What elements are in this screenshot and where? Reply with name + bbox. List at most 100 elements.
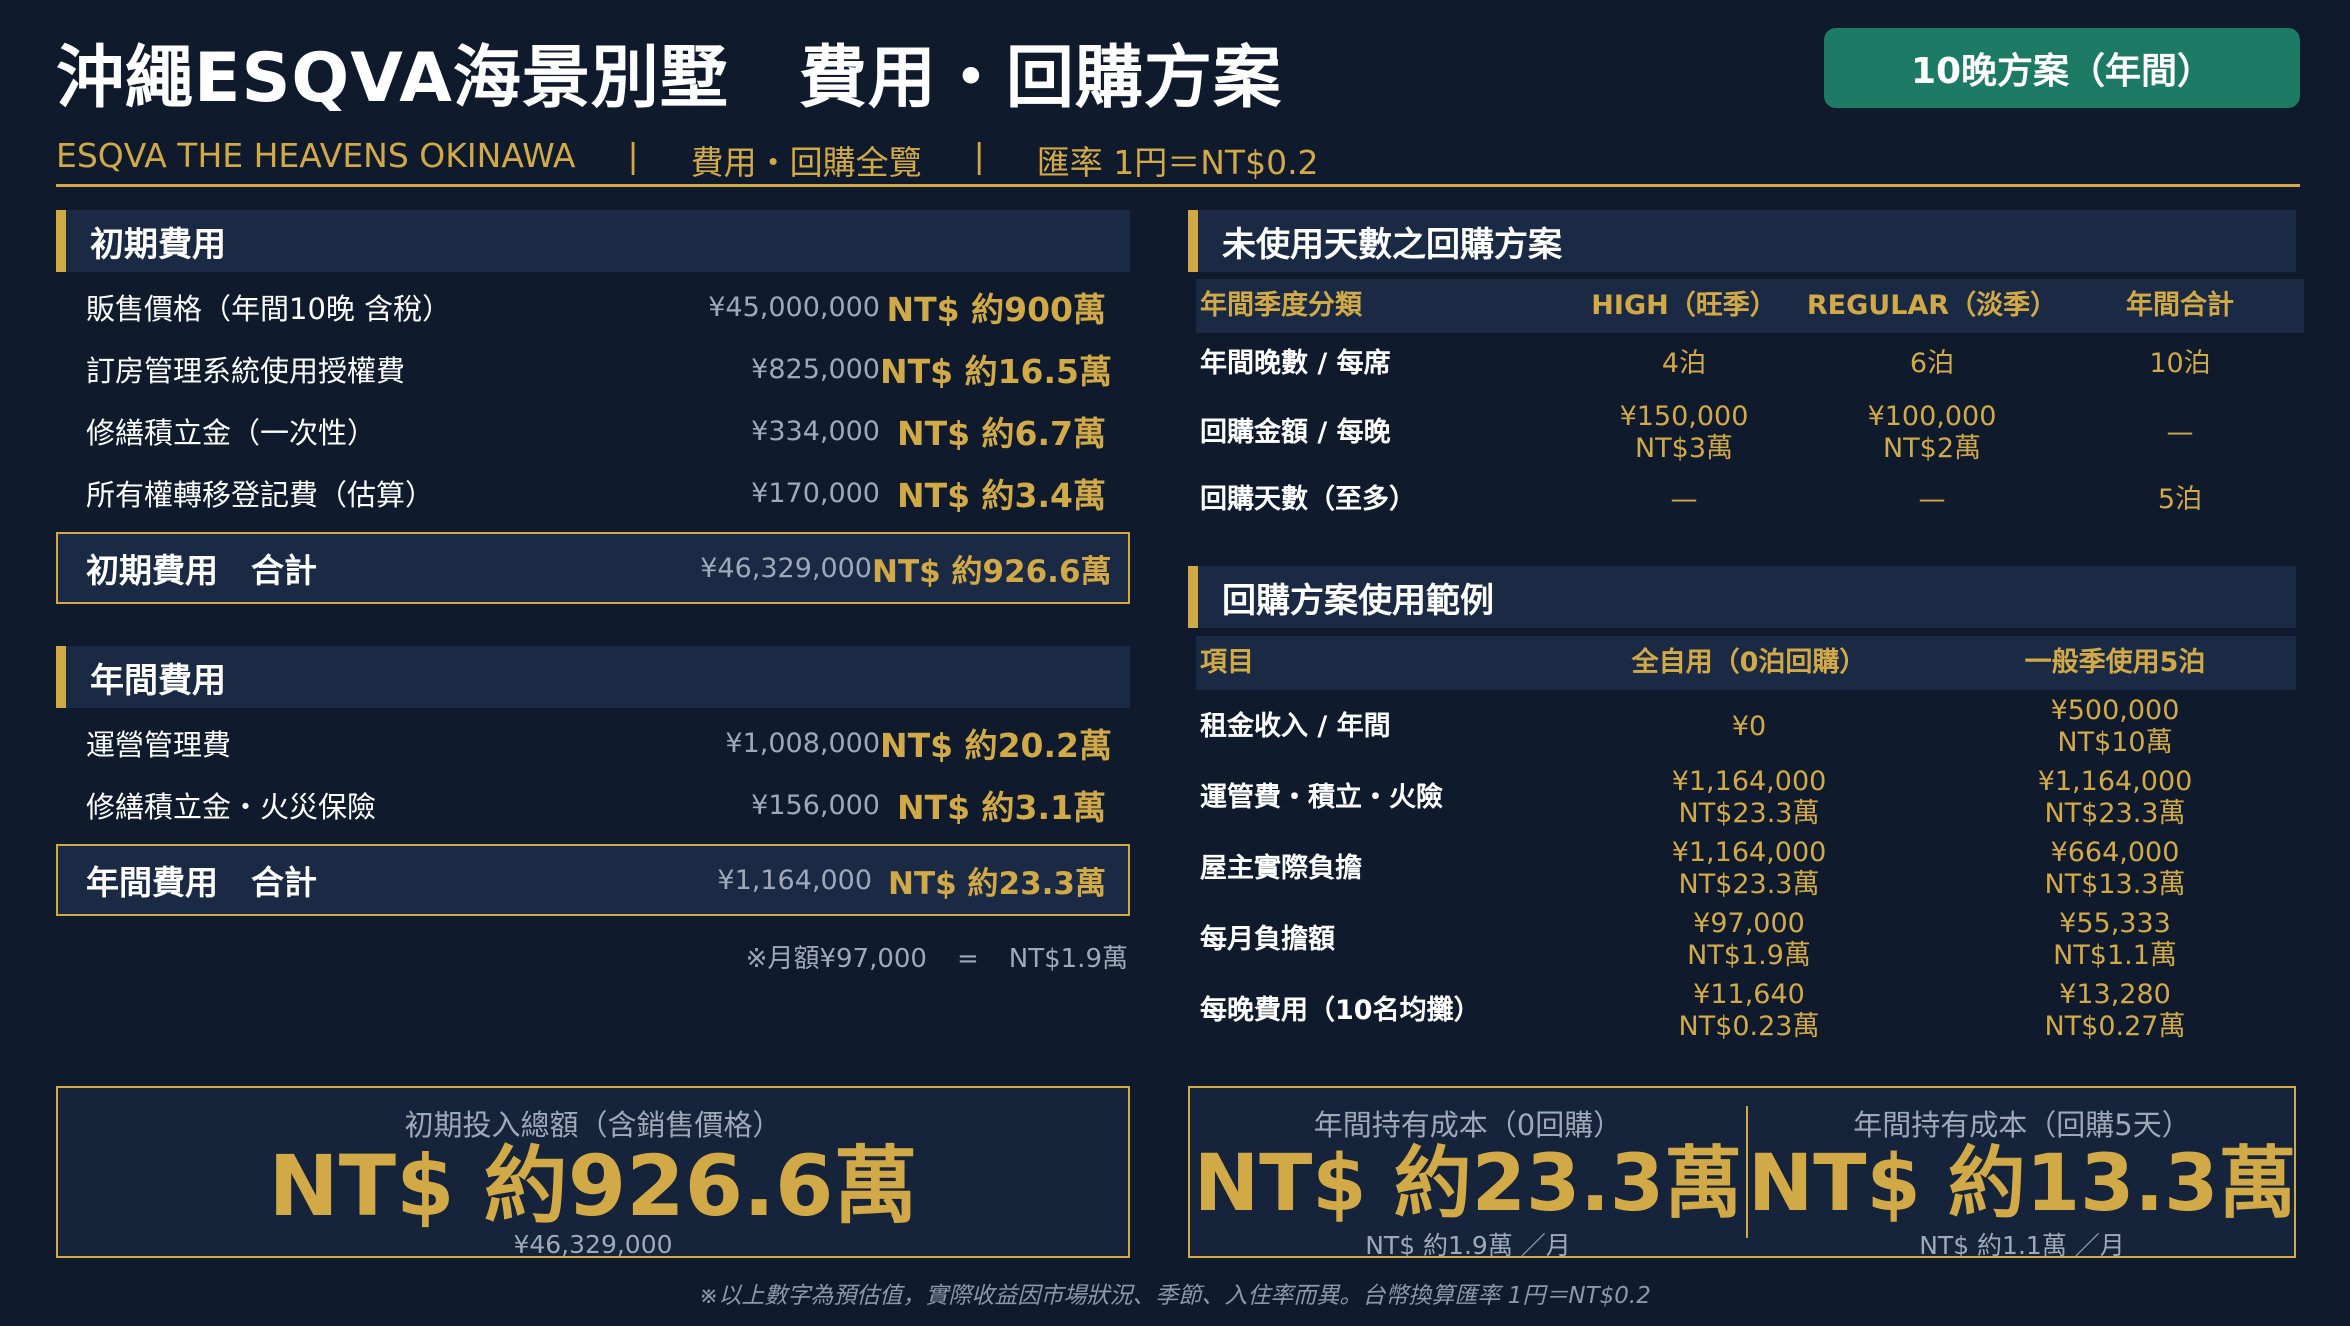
value-yen: ¥100,000 (1867, 401, 1997, 432)
fee-label: 修繕積立金・火災保險 (86, 790, 377, 824)
value-yen: ¥55,333 (2059, 908, 2171, 939)
row-value: ¥500,000 NT$10萬 (1934, 695, 2296, 759)
page-title: 沖繩ESQVA海景別墅 費用・回購方案 (56, 22, 1282, 121)
total-label: 年間費用 合計 (86, 863, 317, 902)
row-value: — (1670, 484, 1698, 515)
buyback-table-header: 年間季度分類 HIGH（旺季） REGULAR（淡季） 年間合計 (1196, 279, 2304, 333)
row-label: 回購金額 / 每晚 (1200, 417, 1391, 448)
column-header: REGULAR（淡季） (1806, 290, 2058, 321)
value-ntd: NT$1.9萬 (1687, 940, 1811, 971)
column-header: 年間季度分類 (1200, 290, 1362, 321)
summary-column: 年間持有成本（回購5天） NT$ 約13.3萬 NT$ 約1.1萬 ／月 (1748, 1088, 2297, 1260)
fee-row: 運營管理費 ¥1,008,000 NT$ 約20.2萬 (56, 712, 1130, 774)
subtitle-exchange-rate: 匯率 1円＝NT$0.2 (1036, 143, 1319, 182)
column-header: HIGH（旺季） (1591, 290, 1777, 321)
value-ntd: NT$23.3萬 (1678, 869, 1820, 900)
value-yen: ¥1,164,000 (1671, 766, 1827, 797)
subtitle-brand: ESQVA THE HEAVENS OKINAWA (56, 136, 576, 175)
row-value: ¥1,164,000 NT$23.3萬 (1564, 766, 1934, 830)
column-header: 全自用（0泊回購） (1631, 647, 1867, 678)
monthly-ntd: NT$1.9萬 (1008, 944, 1128, 974)
fee-yen: ¥45,000,000 (708, 291, 880, 323)
value-ntd: NT$23.3萬 (1678, 798, 1820, 829)
fee-label: 所有權轉移登記費（估算） (86, 478, 435, 512)
fee-yen: ¥156,000 (751, 789, 880, 821)
monthly-yen: ※月額¥97,000 (745, 944, 927, 974)
fee-yen: ¥825,000 (751, 353, 880, 385)
initial-fees-heading: 初期費用 (56, 210, 1130, 272)
summary-column: 初期投入總額（含銷售價格） NT$ 約926.6萬 ¥46,329,000 (58, 1088, 1128, 1259)
initial-fees-total: 初期費用 合計 ¥46,329,000 NT$ 約926.6萬 (56, 532, 1130, 604)
fee-ntd: NT$ 約3.1萬 (896, 788, 1106, 827)
row-label: 年間晚數 / 每席 (1200, 348, 1391, 379)
row-label: 回購天數（至多） (1200, 484, 1416, 515)
row-value: ¥97,000 NT$1.9萬 (1564, 908, 1934, 972)
subtitle-separator: | (973, 136, 985, 175)
row-value: ¥13,280 NT$0.27萬 (1934, 979, 2296, 1043)
total-yen: ¥46,329,000 (700, 552, 872, 584)
table-row: 年間晚數 / 每席 4泊 6泊 10泊 (1196, 336, 2304, 392)
fee-ntd: NT$ 約3.4萬 (896, 476, 1106, 515)
summary-caption: 年間持有成本（回購5天） (1853, 1108, 2191, 1142)
table-row: 運管費・積立・火險 ¥1,164,000 NT$23.3萬 ¥1,164,000… (1196, 763, 2296, 833)
value-ntd: NT$0.27萬 (2044, 1011, 2186, 1042)
subtitle-separator: | (627, 136, 639, 175)
annual-fees-total: 年間費用 合計 ¥1,164,000 NT$ 約23.3萬 (56, 844, 1130, 916)
summary-value: NT$ 約13.3萬 (1748, 1139, 2297, 1229)
total-label: 初期費用 合計 (86, 551, 317, 590)
row-value: ¥11,640 NT$0.23萬 (1564, 979, 1934, 1043)
row-value: 4泊 (1661, 348, 1707, 379)
value-yen: ¥0 (1731, 711, 1767, 742)
row-value: 6泊 (1909, 348, 1955, 379)
row-value: ¥150,000 NT$3萬 (1564, 401, 1804, 465)
column-header: 一般季使用5泊 (2024, 647, 2206, 678)
row-label: 每月負擔額 (1200, 924, 1335, 955)
value-ntd: NT$3萬 (1634, 433, 1734, 464)
row-value: 5泊 (2157, 484, 2203, 515)
table-row: 每晚費用（10名均攤） ¥11,640 NT$0.23萬 ¥13,280 NT$… (1196, 976, 2296, 1046)
header-divider (56, 184, 2300, 187)
row-value: 10泊 (2149, 348, 2211, 379)
page-title-sub: 費用・回購方案 (798, 39, 1282, 118)
row-value: ¥664,000 NT$13.3萬 (1934, 837, 2296, 901)
table-row: 回購天數（至多） — — 5泊 (1196, 472, 2304, 528)
fee-ntd: NT$ 約6.7萬 (896, 414, 1106, 453)
subtitle-overview: 費用・回購全覽 (690, 143, 922, 182)
value-ntd: NT$1.1萬 (2053, 940, 2177, 971)
holding-cost-summary: 年間持有成本（0回購） NT$ 約23.3萬 NT$ 約1.9萬 ／月 年間持有… (1188, 1086, 2297, 1260)
value-yen: ¥11,640 (1693, 979, 1805, 1010)
value-yen: ¥1,164,000 (2037, 766, 2193, 797)
fee-yen: ¥170,000 (751, 477, 880, 509)
summary-sub: ¥46,329,000 (513, 1230, 673, 1259)
summary-caption: 年間持有成本（0回購） (1313, 1108, 1623, 1142)
value-yen: ¥150,000 (1619, 401, 1749, 432)
total-ntd: NT$ 約926.6萬 (872, 553, 1112, 590)
total-ntd: NT$ 約23.3萬 (888, 865, 1106, 902)
subtitle-bar: ESQVA THE HEAVENS OKINAWA | 費用・回購全覽 | 匯率… (56, 136, 1319, 184)
value-ntd: NT$10萬 (2057, 727, 2173, 758)
table-row: 回購金額 / 每晚 ¥150,000 NT$3萬 ¥100,000 NT$2萬 … (1196, 396, 2304, 470)
plan-badge: 10晚方案（年間） (1824, 28, 2300, 108)
value-ntd: NT$23.3萬 (2044, 798, 2186, 829)
fee-ntd: NT$ 約900萬 (886, 290, 1106, 329)
monthly-fee-note: ※月額¥97,000 = NT$1.9萬 (56, 938, 1130, 975)
disclaimer-footer: ※以上數字為預估值，實際收益因市場狀況、季節、入住率而異。台幣換算匯率 1円＝N… (699, 1283, 1651, 1309)
column-header: 項目 (1200, 647, 1254, 678)
row-value: ¥55,333 NT$1.1萬 (1934, 908, 2296, 972)
annual-fees-heading: 年間費用 (56, 646, 1130, 708)
fee-row: 所有權轉移登記費（估算） ¥170,000 NT$ 約3.4萬 (56, 462, 1130, 524)
equals-sign: = (956, 944, 979, 974)
fee-row: 販售價格（年間10晚 含稅） ¥45,000,000 NT$ 約900萬 (56, 276, 1130, 338)
value-yen: ¥97,000 (1693, 908, 1805, 939)
table-row: 每月負擔額 ¥97,000 NT$1.9萬 ¥55,333 NT$1.1萬 (1196, 905, 2296, 975)
page-title-main: 沖繩ESQVA海景別墅 (56, 39, 729, 118)
value-ntd: NT$0.23萬 (1678, 1011, 1820, 1042)
fee-label: 修繕積立金（一次性） (86, 416, 377, 450)
fee-row: 修繕積立金（一次性） ¥334,000 NT$ 約6.7萬 (56, 400, 1130, 462)
row-value: ¥1,164,000 NT$23.3萬 (1564, 837, 1934, 901)
value-ntd: NT$2萬 (1882, 433, 1982, 464)
example-table-header: 項目 全自用（0泊回購） 一般季使用5泊 (1196, 636, 2296, 690)
value-yen: ¥500,000 (2050, 695, 2180, 726)
initial-investment-summary: 初期投入總額（含銷售價格） NT$ 約926.6萬 ¥46,329,000 (56, 1086, 1130, 1259)
row-value: ¥1,164,000 NT$23.3萬 (1934, 766, 2296, 830)
